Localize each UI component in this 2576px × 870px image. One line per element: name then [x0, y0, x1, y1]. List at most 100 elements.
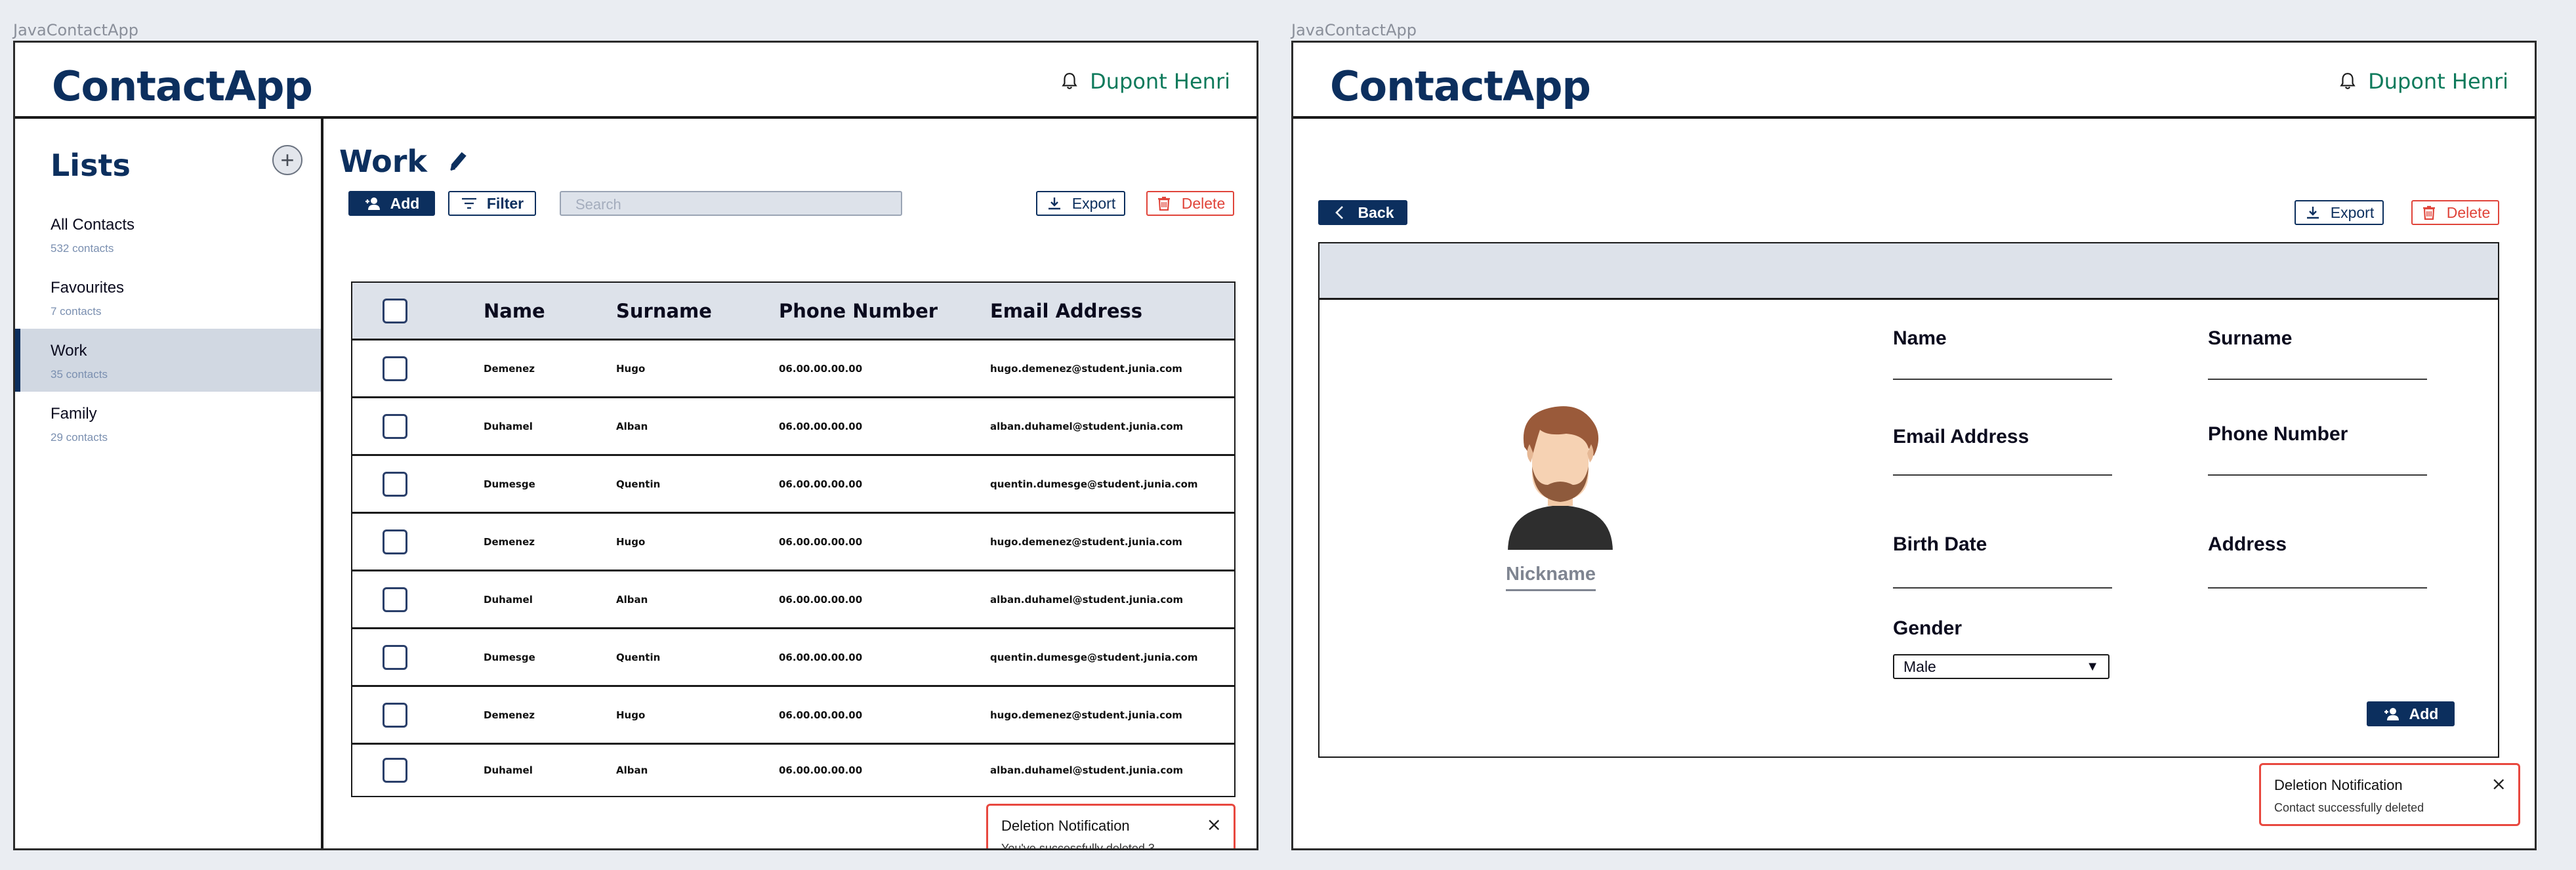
cell-phone: 06.00.00.00.00: [779, 362, 863, 375]
cell-phone: 06.00.00.00.00: [779, 535, 863, 548]
list-main: Work Add Filter Search Export Delete Nam…: [326, 119, 1257, 848]
table-row[interactable]: Dumesge Quentin 06.00.00.00.00 quentin.d…: [352, 456, 1234, 514]
add-contact-label: Add: [2409, 705, 2439, 722]
address-label: Address: [2208, 533, 2287, 555]
close-icon[interactable]: ×: [1207, 814, 1222, 835]
row-checkbox[interactable]: [383, 758, 407, 783]
add-contact-button[interactable]: Add: [348, 191, 435, 216]
gender-select[interactable]: Male ▼: [1893, 654, 2109, 679]
table-header: Name Surname Phone Number Email Address: [352, 283, 1234, 341]
sidebar-item-count: 532 contacts: [51, 242, 114, 255]
cell-email: hugo.demenez@student.junia.com: [990, 535, 1182, 548]
cell-email: quentin.dumesge@student.junia.com: [990, 651, 1198, 663]
back-button[interactable]: Back: [1318, 200, 1407, 225]
app-header: ContactApp Dupont Henri: [1293, 43, 2535, 119]
export-button[interactable]: Export: [1036, 191, 1125, 216]
filter-button[interactable]: Filter: [448, 191, 536, 216]
cell-surname: Hugo: [616, 535, 646, 548]
bell-icon[interactable]: [2339, 72, 2356, 91]
search-input[interactable]: Search: [560, 191, 902, 216]
name-field[interactable]: [1893, 379, 2112, 380]
trash-icon: [1157, 196, 1170, 211]
pencil-icon[interactable]: [447, 149, 469, 174]
row-checkbox[interactable]: [383, 702, 407, 728]
export-button[interactable]: Export: [2295, 200, 2384, 225]
sidebar-item-work[interactable]: Work 35 contacts: [15, 329, 321, 392]
close-icon[interactable]: ×: [2491, 773, 2506, 795]
nickname-field[interactable]: Nickname: [1506, 564, 1596, 591]
row-checkbox[interactable]: [383, 529, 407, 554]
cell-name: Demenez: [484, 535, 535, 548]
email-field[interactable]: [1893, 474, 2112, 476]
sidebar-item-all-contacts[interactable]: All Contacts 532 contacts: [15, 203, 321, 266]
list-title-row: Work: [339, 144, 469, 179]
sidebar: Lists + All Contacts 532 contacts Favour…: [15, 119, 323, 848]
delete-button[interactable]: Delete: [1146, 191, 1234, 216]
table-row[interactable]: Duhamel Alban 06.00.00.00.00 alban.duham…: [352, 745, 1234, 796]
birth-date-field[interactable]: [1893, 587, 2112, 589]
user-name[interactable]: Dupont Henri: [2368, 69, 2508, 94]
select-all-checkbox[interactable]: [383, 298, 407, 323]
cell-email: alban.duhamel@student.junia.com: [990, 420, 1184, 432]
user-menu[interactable]: Dupont Henri: [2339, 69, 2508, 94]
filter-label: Filter: [486, 194, 524, 212]
column-header-phone[interactable]: Phone Number: [779, 300, 938, 322]
app-logo[interactable]: ContactApp: [52, 62, 313, 110]
bell-icon[interactable]: [1061, 72, 1078, 91]
cell-phone: 06.00.00.00.00: [779, 709, 863, 721]
sidebar-item-label: Family: [51, 405, 97, 423]
cell-phone: 06.00.00.00.00: [779, 593, 863, 606]
surname-field[interactable]: [2208, 379, 2427, 380]
cell-phone: 06.00.00.00.00: [779, 651, 863, 663]
user-name[interactable]: Dupont Henri: [1090, 69, 1230, 94]
cell-phone: 06.00.00.00.00: [779, 420, 863, 432]
column-header-surname[interactable]: Surname: [616, 300, 712, 322]
table-row[interactable]: Duhamel Alban 06.00.00.00.00 alban.duham…: [352, 398, 1234, 456]
card-header: [1319, 243, 2498, 300]
delete-button[interactable]: Delete: [2411, 200, 2499, 225]
cell-surname: Hugo: [616, 709, 646, 721]
cell-phone: 06.00.00.00.00: [779, 478, 863, 490]
sidebar-item-favourites[interactable]: Favourites 7 contacts: [15, 266, 321, 329]
download-icon: [1048, 197, 1060, 210]
delete-label: Delete: [1181, 194, 1226, 212]
trash-icon: [2422, 205, 2435, 220]
plus-icon: +: [280, 146, 295, 173]
column-header-name[interactable]: Name: [484, 300, 545, 322]
add-contact-button[interactable]: Add: [2367, 701, 2455, 726]
table-row[interactable]: Demenez Hugo 06.00.00.00.00 hugo.demenez…: [352, 341, 1234, 398]
avatar[interactable]: [1493, 401, 1628, 552]
row-checkbox[interactable]: [383, 471, 407, 497]
sidebar-item-count: 35 contacts: [51, 368, 108, 381]
list-view-window: ContactApp Dupont Henri Lists + All Cont…: [13, 41, 1258, 850]
sidebar-item-label: Work: [51, 342, 87, 360]
table-row[interactable]: Dumesge Quentin 06.00.00.00.00 quentin.d…: [352, 629, 1234, 687]
table-row[interactable]: Duhamel Alban 06.00.00.00.00 alban.duham…: [352, 571, 1234, 629]
sidebar-item-family[interactable]: Family 29 contacts: [15, 392, 321, 455]
cell-email: alban.duhamel@student.junia.com: [990, 593, 1184, 606]
row-checkbox[interactable]: [383, 413, 407, 439]
window-title: JavaContactApp: [1291, 21, 1417, 39]
cell-email: hugo.demenez@student.junia.com: [990, 362, 1182, 375]
cell-surname: Hugo: [616, 362, 646, 375]
toast-message: You've successfully deleted 3 contacts: [1001, 842, 1155, 850]
table-row[interactable]: Demenez Hugo 06.00.00.00.00 hugo.demenez…: [352, 687, 1234, 745]
cell-surname: Quentin: [616, 651, 661, 663]
phone-field[interactable]: [2208, 474, 2427, 476]
column-header-email[interactable]: Email Address: [990, 300, 1142, 322]
row-checkbox[interactable]: [383, 644, 407, 670]
cell-surname: Alban: [616, 420, 648, 432]
row-checkbox[interactable]: [383, 587, 407, 612]
export-label: Export: [1071, 194, 1116, 212]
back-label: Back: [1358, 203, 1394, 221]
app-logo[interactable]: ContactApp: [1330, 62, 1591, 110]
address-field[interactable]: [2208, 587, 2427, 589]
sidebar-item-count: 7 contacts: [51, 305, 102, 318]
cell-email: alban.duhamel@student.junia.com: [990, 764, 1184, 776]
user-menu[interactable]: Dupont Henri: [1061, 69, 1230, 94]
table-row[interactable]: Demenez Hugo 06.00.00.00.00 hugo.demenez…: [352, 514, 1234, 571]
delete-label: Delete: [2446, 203, 2491, 221]
add-list-button[interactable]: +: [272, 145, 302, 175]
row-checkbox[interactable]: [383, 356, 407, 381]
email-label: Email Address: [1893, 426, 2029, 447]
